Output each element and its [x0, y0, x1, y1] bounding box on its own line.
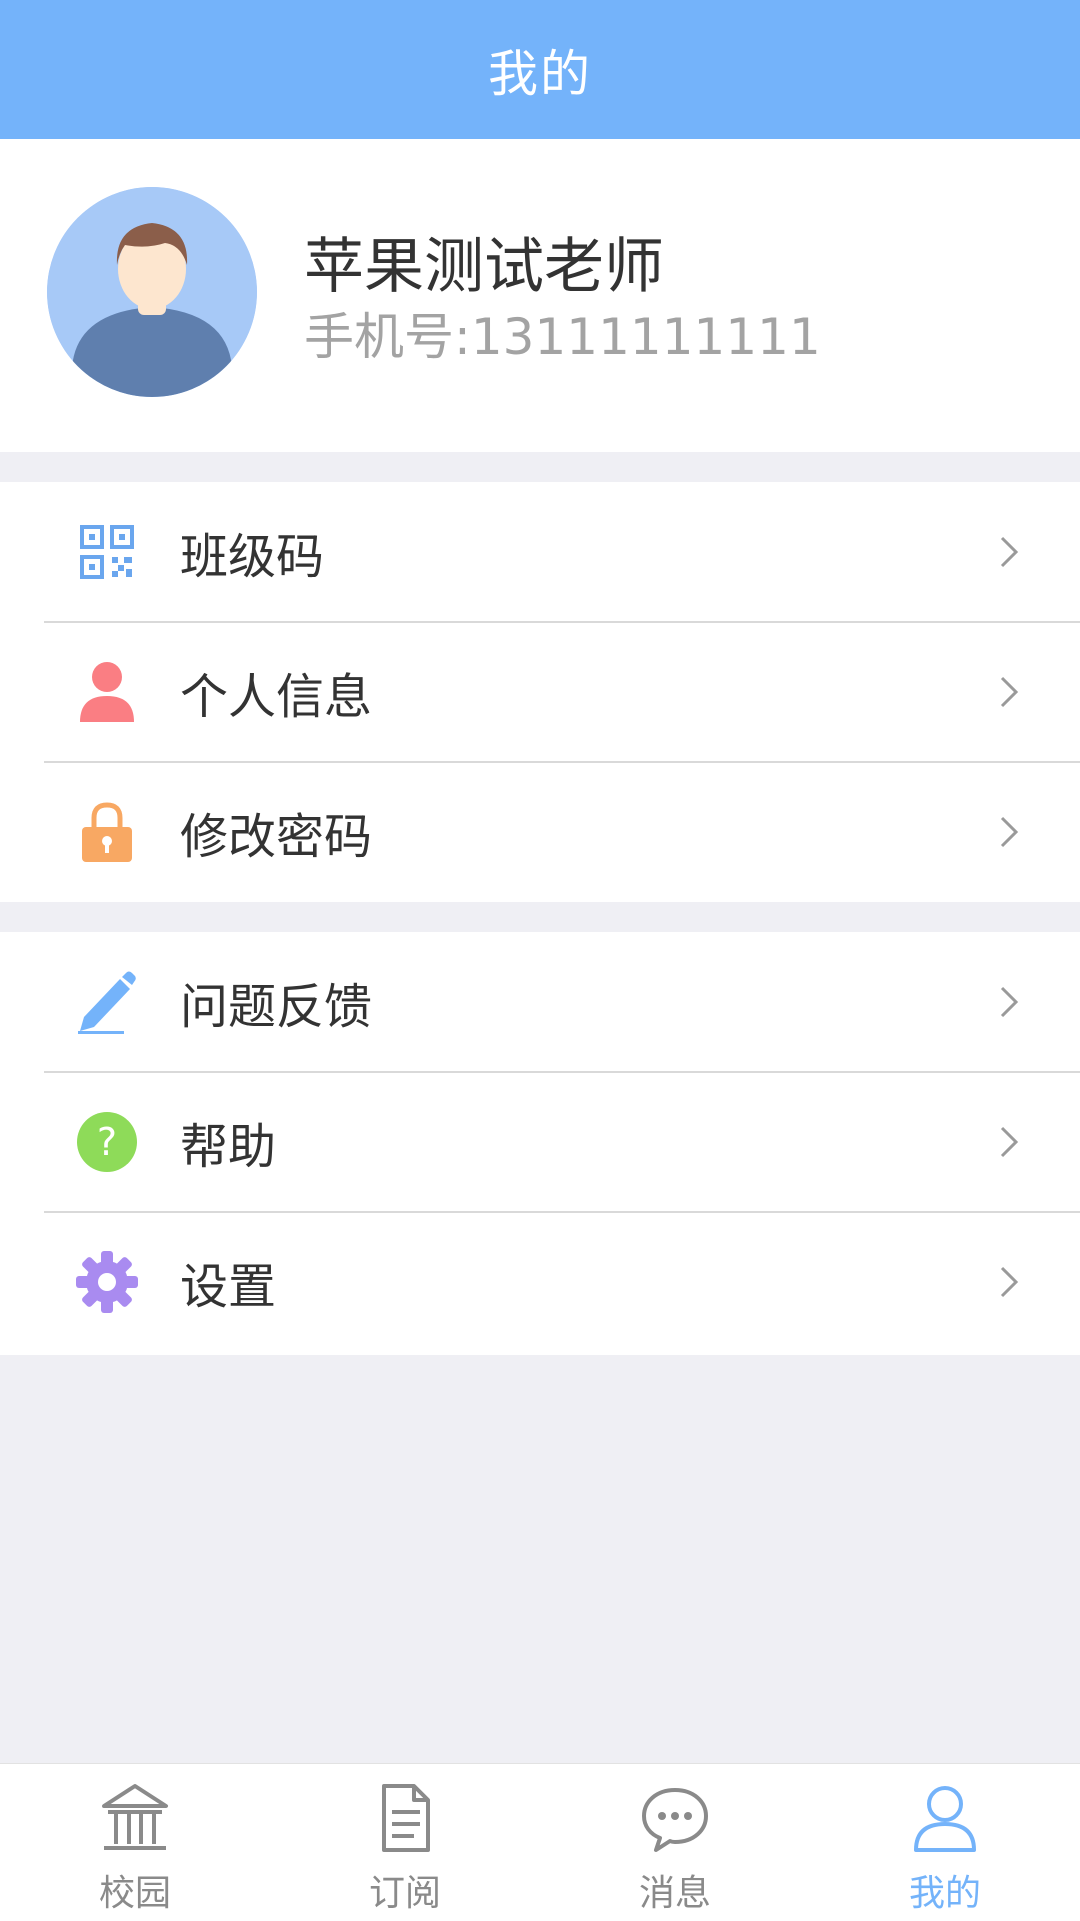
menu-item-label: 修改密码 [180, 809, 373, 865]
profile-name: 苹果测试老师 [304, 232, 664, 302]
chevron-right-icon [1000, 816, 1019, 848]
profile-phone: 手机号:13111111111 [304, 308, 821, 366]
menu-item-class-code[interactable]: 班级码 [0, 482, 1080, 622]
user-icon [914, 1786, 976, 1852]
menu-group-account: 班级码 个人信息 修改密码 [0, 482, 1080, 902]
chevron-right-icon [1000, 986, 1019, 1018]
menu-item-label: 个人信息 [180, 669, 373, 725]
chevron-right-icon [1000, 1126, 1019, 1158]
chevron-right-icon [1000, 536, 1019, 568]
profile-card[interactable]: 苹果测试老师 手机号:13111111111 [0, 139, 1080, 452]
tab-label: 订阅 [368, 1873, 441, 1914]
tab-label: 校园 [98, 1873, 171, 1914]
document-icon [382, 1784, 430, 1852]
person-icon [75, 660, 139, 724]
menu-item-label: 班级码 [180, 529, 325, 585]
menu-item-help[interactable]: ? 帮助 [0, 1072, 1080, 1212]
menu-group-support: 问题反馈 ? 帮助 设置 [0, 932, 1080, 1355]
tab-messages[interactable]: 消息 [540, 1764, 810, 1921]
menu-item-change-password[interactable]: 修改密码 [0, 762, 1080, 902]
chevron-right-icon [1000, 1266, 1019, 1298]
tab-label: 消息 [638, 1873, 711, 1914]
tab-mine[interactable]: 我的 [810, 1764, 1080, 1921]
tab-subscribe[interactable]: 订阅 [270, 1764, 540, 1921]
chat-bubble-icon [642, 1788, 708, 1852]
qr-code-icon [75, 520, 139, 584]
page-title: 我的 [488, 44, 592, 103]
gear-icon [75, 1250, 139, 1314]
bottom-tab-bar: 校园 订阅 消息 我的 [0, 1763, 1080, 1921]
menu-item-label: 帮助 [180, 1119, 277, 1175]
tab-label: 我的 [908, 1873, 981, 1914]
menu-item-label: 问题反馈 [180, 979, 373, 1035]
menu-item-label: 设置 [180, 1259, 277, 1315]
lock-icon [75, 800, 139, 864]
menu-item-personal-info[interactable]: 个人信息 [0, 622, 1080, 762]
user-avatar-illustration [47, 187, 257, 397]
menu-item-feedback[interactable]: 问题反馈 [0, 932, 1080, 1072]
chevron-right-icon [1000, 676, 1019, 708]
avatar[interactable] [47, 187, 257, 397]
top-navigation-bar: 我的 [0, 0, 1080, 139]
pencil-icon [75, 970, 139, 1034]
menu-item-settings[interactable]: 设置 [0, 1212, 1080, 1352]
help-icon: ? [75, 1110, 139, 1174]
campus-icon [102, 1784, 168, 1850]
svg-text:?: ? [97, 1120, 117, 1164]
tab-campus[interactable]: 校园 [0, 1764, 270, 1921]
